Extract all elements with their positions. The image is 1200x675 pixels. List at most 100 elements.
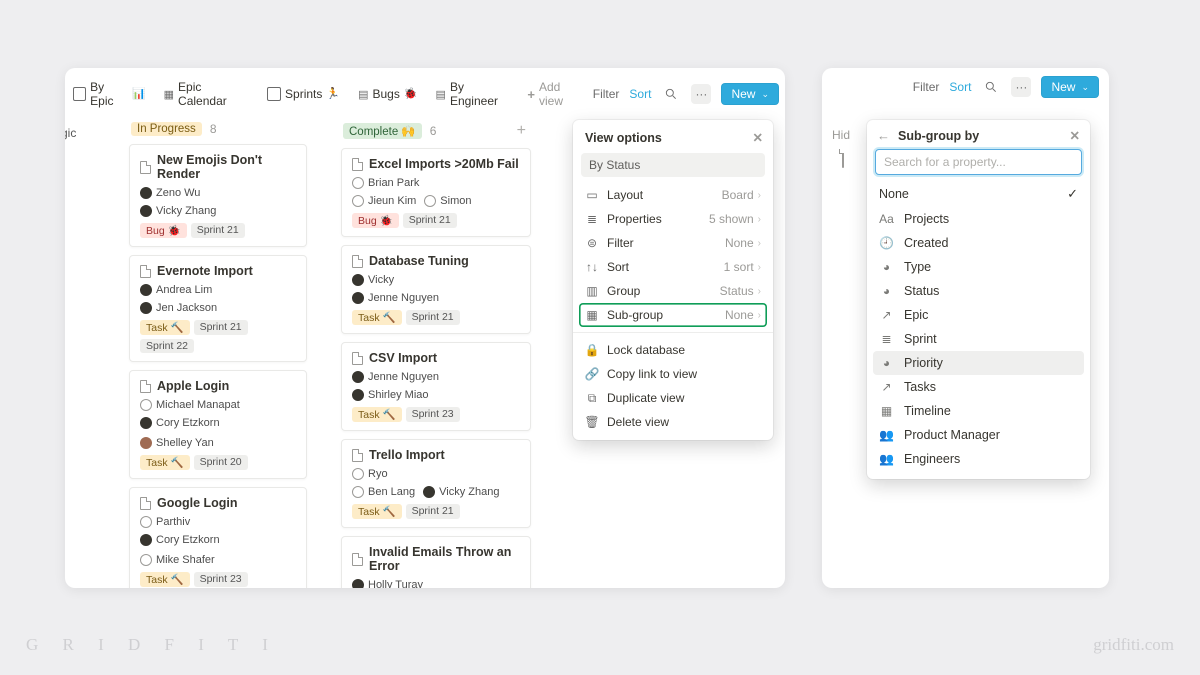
property-product-manager[interactable]: 👥Product Manager <box>867 423 1090 447</box>
task-card[interactable]: Evernote ImportAndrea LimJen JacksonTask… <box>129 255 307 362</box>
option-properties[interactable]: ≣Properties5 shown› <box>573 207 773 231</box>
chevron-right-icon: › <box>758 310 761 321</box>
group-icon: ▥ <box>585 284 599 298</box>
column-header[interactable]: In Progress 8 <box>119 118 317 144</box>
avatar <box>140 554 152 566</box>
property-priority[interactable]: ◕Priority <box>873 351 1084 375</box>
tab-sprints[interactable]: Sprints 🏃 <box>259 83 348 105</box>
option-subgroup[interactable]: ▦Sub-groupNone› <box>579 303 767 327</box>
duplicate-icon: ⧉ <box>585 391 599 405</box>
assignee-row: Michael Manapat <box>140 399 296 411</box>
task-card[interactable]: New Emojis Don't RenderZeno WuVicky Zhan… <box>129 144 307 247</box>
property-engineers[interactable]: 👥Engineers <box>867 447 1090 471</box>
separator <box>573 332 773 333</box>
toolbar-right: Filter Sort ··· New⌄ <box>593 83 779 105</box>
property-list: AaProjects🕘Created◕Type◕Status↗Epic≣Spri… <box>867 207 1090 471</box>
filter-button[interactable]: Filter <box>913 80 940 94</box>
column-header[interactable]: Complete 🙌 6 + <box>331 118 541 148</box>
right-panel: Filter Sort ··· New⌄ Hid ← Sub-group by … <box>822 68 1109 588</box>
avatar <box>140 417 152 429</box>
property-sprint[interactable]: ≣Sprint <box>867 327 1090 351</box>
tab-bugs[interactable]: Bugs 🐞 <box>350 83 425 105</box>
close-icon[interactable]: ✕ <box>753 130 763 145</box>
tag-task: Task 🔨 <box>352 310 402 325</box>
more-icon[interactable]: ··· <box>1011 77 1031 97</box>
option-group[interactable]: ▥GroupStatus› <box>573 279 773 303</box>
card-title: Evernote Import <box>140 264 296 278</box>
property-status[interactable]: ◕Status <box>867 279 1090 303</box>
view-name-input[interactable]: By Status <box>581 153 765 177</box>
sort-button[interactable]: Sort <box>629 87 651 101</box>
property-type-icon: ◕ <box>879 284 894 298</box>
search-icon[interactable] <box>981 77 1001 97</box>
person: Holly Turay <box>352 579 423 588</box>
property-type-icon: Aa <box>879 212 894 226</box>
assignee-row: Vicky Zhang <box>140 205 296 217</box>
tab-epic-calendar[interactable]: Epic Calendar <box>156 76 257 112</box>
close-icon[interactable]: ✕ <box>1070 128 1080 143</box>
property-search[interactable] <box>875 149 1082 175</box>
property-tasks[interactable]: ↗Tasks <box>867 375 1090 399</box>
person: Michael Manapat <box>140 399 240 411</box>
new-button[interactable]: New⌄ <box>1041 76 1099 98</box>
assignee-row: Parthiv <box>140 516 296 528</box>
tag-row: Bug 🐞Sprint 21 <box>352 213 520 228</box>
board-icon: ▭ <box>585 188 599 202</box>
task-card[interactable]: Google LoginParthivCory EtzkornMike Shaf… <box>129 487 307 588</box>
task-card[interactable]: Apple LoginMichael ManapatCory EtzkornSh… <box>129 370 307 479</box>
tab-by-engineer[interactable]: By Engineer <box>428 76 520 112</box>
assignee-row: Shirley Miao <box>352 389 520 401</box>
option-filter[interactable]: ⊜FilterNone› <box>573 231 773 255</box>
action-lock[interactable]: 🔒Lock database <box>573 338 773 362</box>
search-icon[interactable] <box>661 84 681 104</box>
link-icon: 🔗 <box>585 367 599 381</box>
assignee-row: Vicky <box>352 274 520 286</box>
card-title: Invalid Emails Throw an Error <box>352 545 520 573</box>
property-timeline[interactable]: ▦Timeline <box>867 399 1090 423</box>
property-type-icon: ▦ <box>879 404 894 418</box>
popover-title: View options ✕ <box>573 126 773 151</box>
search-input[interactable] <box>875 149 1082 175</box>
tag-row: Task 🔨Sprint 21 <box>352 310 520 325</box>
tag-sprint: Sprint 22 <box>140 339 194 353</box>
property-type-icon: 🕘 <box>879 236 894 250</box>
more-icon[interactable]: ··· <box>691 84 711 104</box>
property-type-icon: ↗ <box>879 380 894 394</box>
property-projects[interactable]: AaProjects <box>867 207 1090 231</box>
property-epic[interactable]: ↗Epic <box>867 303 1090 327</box>
new-button[interactable]: New⌄ <box>721 83 779 105</box>
task-card[interactable]: Excel Imports >20Mb FailBrian ParkJieun … <box>341 148 531 237</box>
tag-sprint: Sprint 21 <box>406 504 460 519</box>
cut-column: gic <box>65 118 105 588</box>
add-card-icon[interactable]: + <box>517 122 526 140</box>
task-card[interactable]: Invalid Emails Throw an Error Holly Turay <box>341 536 531 588</box>
action-delete[interactable]: 🗑Delete view <box>573 410 773 434</box>
action-duplicate[interactable]: ⧉Duplicate view <box>573 386 773 410</box>
page-icon <box>352 449 363 462</box>
option-layout[interactable]: ▭LayoutBoard› <box>573 183 773 207</box>
tag-row: Task 🔨Sprint 23 <box>352 407 520 422</box>
avatar <box>352 177 364 189</box>
toolbar-right: Filter Sort ··· New⌄ <box>913 76 1099 98</box>
task-card[interactable]: CSV ImportJenne NguyenShirley MiaoTask 🔨… <box>341 342 531 431</box>
property-created[interactable]: 🕘Created <box>867 231 1090 255</box>
tag-bug: Bug 🐞 <box>352 213 399 228</box>
tab-by-epic[interactable]: By Epic 📊 <box>65 76 154 112</box>
card-title: Apple Login <box>140 379 296 393</box>
sort-button[interactable]: Sort <box>949 80 971 94</box>
task-card[interactable]: Database TuningVickyJenne NguyenTask 🔨Sp… <box>341 245 531 334</box>
property-none[interactable]: None ✓ <box>867 181 1090 207</box>
option-sort[interactable]: ↑↓Sort1 sort› <box>573 255 773 279</box>
view-tabs: By Epic 📊 Epic Calendar Sprints 🏃 Bugs 🐞… <box>65 68 785 112</box>
subgroup-title: Sub-group by <box>898 129 979 143</box>
filter-button[interactable]: Filter <box>593 87 620 101</box>
page-icon <box>352 158 363 171</box>
column-count: 8 <box>210 122 217 136</box>
add-view-button[interactable]: +Add view <box>521 76 590 112</box>
action-copy-link[interactable]: 🔗Copy link to view <box>573 362 773 386</box>
tag-row: Task 🔨Sprint 21Sprint 22 <box>140 320 296 353</box>
back-icon[interactable]: ← <box>877 128 890 143</box>
task-card[interactable]: Trello ImportRyoBen LangVicky ZhangTask … <box>341 439 531 528</box>
lock-icon: 🔒 <box>585 343 599 357</box>
property-type[interactable]: ◕Type <box>867 255 1090 279</box>
